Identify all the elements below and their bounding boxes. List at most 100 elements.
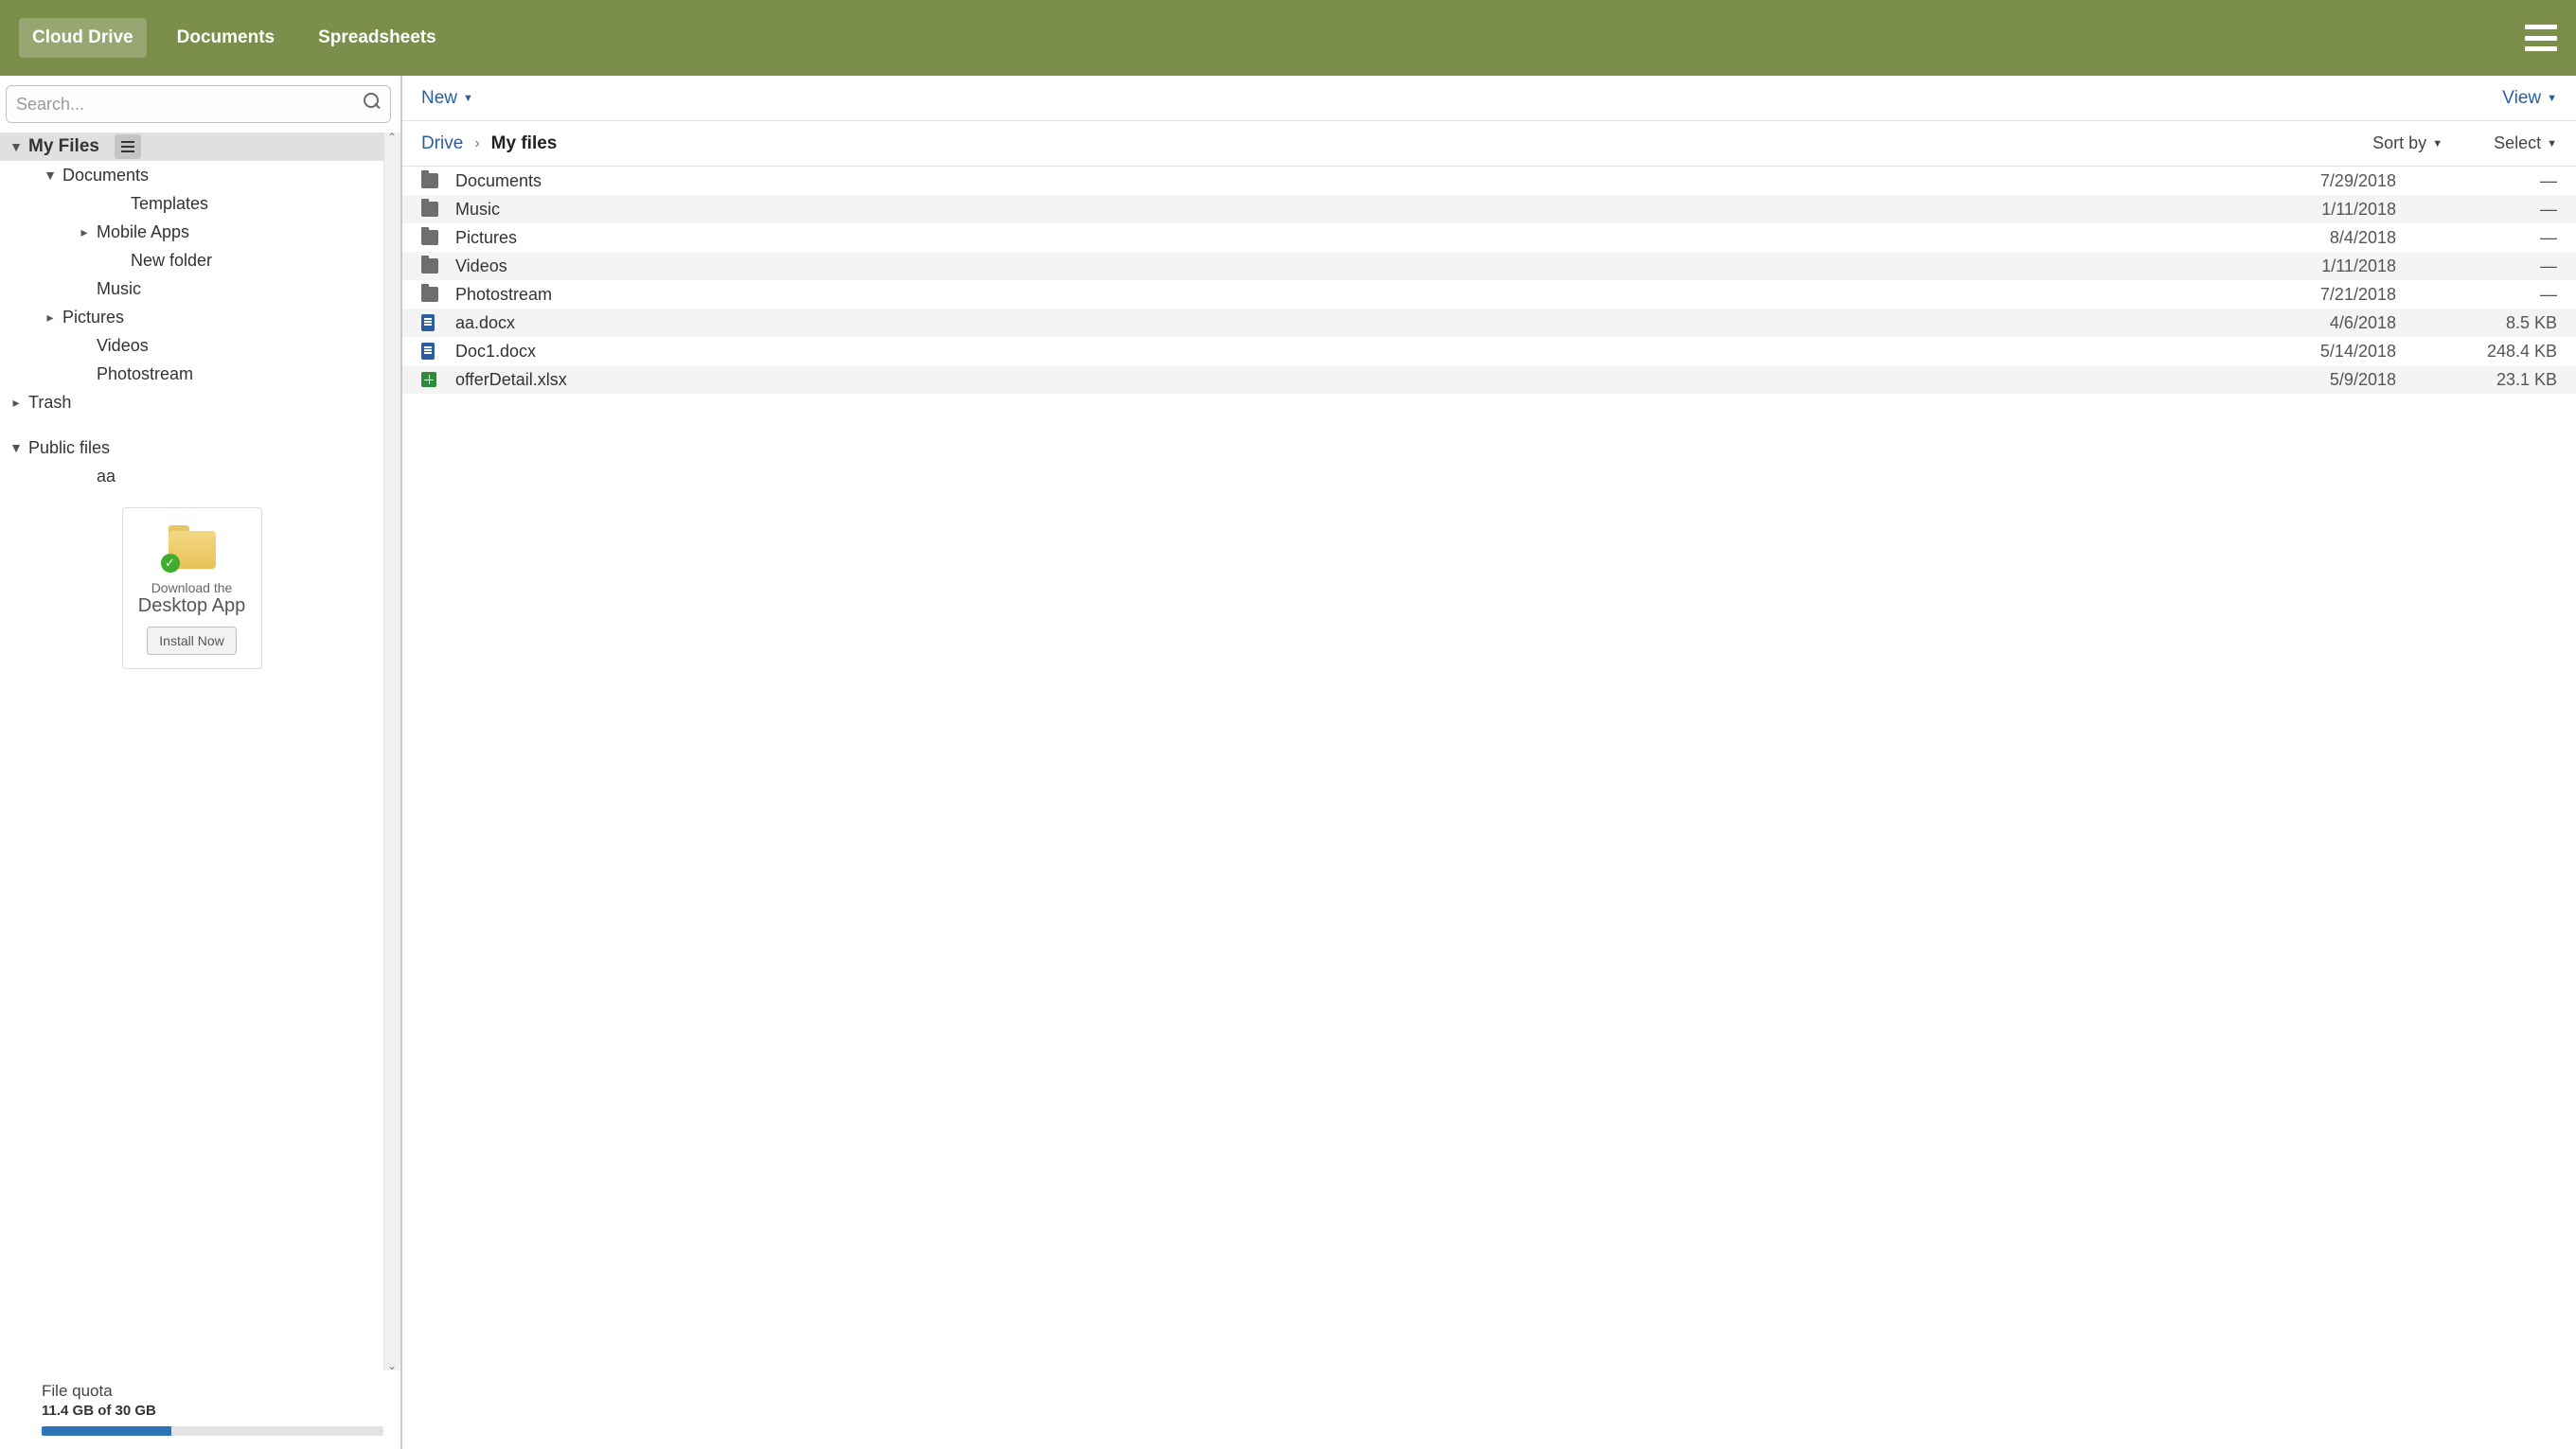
file-row[interactable]: Photostream7/21/2018— — [402, 280, 2576, 309]
breadcrumb-bar: Drive › My files Sort by ▼ Select ▼ — [402, 121, 2576, 167]
tree-templates[interactable]: ▸ Templates — [0, 189, 383, 218]
caret-right-icon[interactable]: ▸ — [42, 309, 59, 326]
select-label: Select — [2494, 133, 2541, 153]
caret-down-icon[interactable]: ▼ — [42, 168, 59, 183]
file-name: Documents — [450, 171, 2245, 191]
file-name: Doc1.docx — [450, 342, 2245, 362]
tree-label: Videos — [93, 336, 149, 356]
tab-documents[interactable]: Documents — [164, 18, 288, 58]
caret-down-icon[interactable]: ▼ — [8, 139, 25, 154]
new-label: New — [421, 88, 457, 109]
tree-music[interactable]: ▸ Music — [0, 274, 383, 303]
quota-usage: 11.4 GB of 30 GB — [42, 1403, 383, 1419]
chevron-right-icon: › — [474, 135, 479, 152]
tree-label: Documents — [59, 166, 149, 186]
tree-public-files[interactable]: ▼ Public files — [0, 433, 383, 462]
select-button[interactable]: Select ▼ — [2494, 133, 2557, 153]
file-row[interactable]: Music1/11/2018— — [402, 195, 2576, 223]
content-pane: New ▼ View ▼ Drive › My files Sort by ▼ — [402, 76, 2576, 1449]
tree-videos[interactable]: ▸ Videos — [0, 331, 383, 360]
caret-down-icon: ▼ — [2432, 138, 2443, 150]
file-size: — — [2396, 171, 2557, 191]
tree-root-label: My Files — [25, 136, 99, 157]
tree-label: Pictures — [59, 308, 124, 327]
file-date: 5/14/2018 — [2245, 342, 2396, 362]
tree-mobile-apps[interactable]: ▸ Mobile Apps — [0, 218, 383, 246]
file-row[interactable]: aa.docx4/6/20188.5 KB — [402, 309, 2576, 337]
tree-label: Photostream — [93, 364, 193, 384]
caret-down-icon: ▼ — [2547, 138, 2557, 150]
tree-label: New folder — [127, 251, 212, 271]
new-button[interactable]: New ▼ — [421, 88, 473, 109]
tree-label: Templates — [127, 194, 208, 214]
quota-bar — [42, 1426, 383, 1436]
caret-down-icon[interactable]: ▼ — [8, 440, 25, 455]
file-quota: File quota 11.4 GB of 30 GB — [0, 1370, 400, 1449]
tree-documents[interactable]: ▼ Documents — [0, 161, 383, 189]
file-size: 248.4 KB — [2396, 342, 2557, 362]
promo-line1: Download the — [133, 580, 252, 595]
file-size: 8.5 KB — [2396, 313, 2557, 333]
folder-tree[interactable]: ▼ My Files ▼ Documents ▸ Templates ▸ Mob… — [0, 133, 400, 1370]
search-box[interactable] — [6, 85, 391, 123]
file-row[interactable]: offerDetail.xlsx5/9/201823.1 KB — [402, 365, 2576, 394]
file-row[interactable]: Doc1.docx5/14/2018248.4 KB — [402, 337, 2576, 365]
document-icon — [421, 343, 435, 360]
document-icon — [421, 314, 435, 331]
file-date: 1/11/2018 — [2245, 200, 2396, 220]
tree-photostream[interactable]: ▸ Photostream — [0, 360, 383, 388]
install-now-button[interactable]: Install Now — [147, 627, 236, 655]
file-size: — — [2396, 256, 2557, 276]
tree-root-my-files[interactable]: ▼ My Files — [0, 133, 383, 161]
file-name: Music — [450, 200, 2245, 220]
quota-title: File quota — [42, 1382, 383, 1401]
file-date: 5/9/2018 — [2245, 370, 2396, 390]
spreadsheet-icon — [421, 372, 436, 387]
topbar-tabs: Cloud Drive Documents Spreadsheets — [19, 18, 450, 58]
tree-label: aa — [93, 467, 115, 486]
tree-label: Music — [93, 279, 141, 299]
file-row[interactable]: Documents7/29/2018— — [402, 167, 2576, 195]
tree-label: Mobile Apps — [93, 222, 189, 242]
breadcrumb-root[interactable]: Drive — [421, 133, 463, 154]
file-name: offerDetail.xlsx — [450, 370, 2245, 390]
check-icon: ✓ — [161, 554, 180, 573]
search-input[interactable] — [16, 95, 364, 115]
tree-public-aa[interactable]: ▸ aa — [0, 462, 383, 490]
view-label: View — [2502, 88, 2541, 109]
search-icon[interactable] — [364, 93, 381, 115]
file-list[interactable]: Documents7/29/2018—Music1/11/2018—Pictur… — [402, 167, 2576, 1449]
view-button[interactable]: View ▼ — [2502, 88, 2557, 109]
file-row[interactable]: Videos1/11/2018— — [402, 252, 2576, 280]
file-name: aa.docx — [450, 313, 2245, 333]
sort-by-label: Sort by — [2372, 133, 2426, 153]
menu-icon[interactable] — [2525, 25, 2557, 51]
folder-icon: ✓ — [163, 523, 222, 571]
toolbar: New ▼ View ▼ — [402, 76, 2576, 121]
sort-by-button[interactable]: Sort by ▼ — [2372, 133, 2443, 153]
caret-right-icon[interactable]: ▸ — [76, 224, 93, 240]
tree-new-folder[interactable]: ▸ New folder — [0, 246, 383, 274]
tree-pictures[interactable]: ▸ Pictures — [0, 303, 383, 331]
file-date: 1/11/2018 — [2245, 256, 2396, 276]
file-date: 7/29/2018 — [2245, 171, 2396, 191]
quota-fill — [42, 1426, 171, 1436]
tab-spreadsheets[interactable]: Spreadsheets — [305, 18, 450, 58]
file-name: Pictures — [450, 228, 2245, 248]
file-size: — — [2396, 200, 2557, 220]
desktop-app-promo: ✓ Download the Desktop App Install Now — [122, 507, 262, 669]
file-date: 7/21/2018 — [2245, 285, 2396, 305]
file-date: 4/6/2018 — [2245, 313, 2396, 333]
file-name: Videos — [450, 256, 2245, 276]
caret-down-icon: ▼ — [2547, 93, 2557, 104]
folder-icon — [421, 258, 438, 274]
file-row[interactable]: Pictures8/4/2018— — [402, 223, 2576, 252]
breadcrumb-current: My files — [491, 133, 558, 154]
sidebar: ▼ My Files ▼ Documents ▸ Templates ▸ Mob… — [0, 76, 402, 1449]
sidebar-scrollbar[interactable] — [383, 133, 400, 1370]
tree-trash[interactable]: ▸ Trash — [0, 388, 383, 416]
list-icon[interactable] — [115, 134, 141, 159]
file-date: 8/4/2018 — [2245, 228, 2396, 248]
caret-right-icon[interactable]: ▸ — [8, 395, 25, 411]
tab-cloud-drive[interactable]: Cloud Drive — [19, 18, 147, 58]
